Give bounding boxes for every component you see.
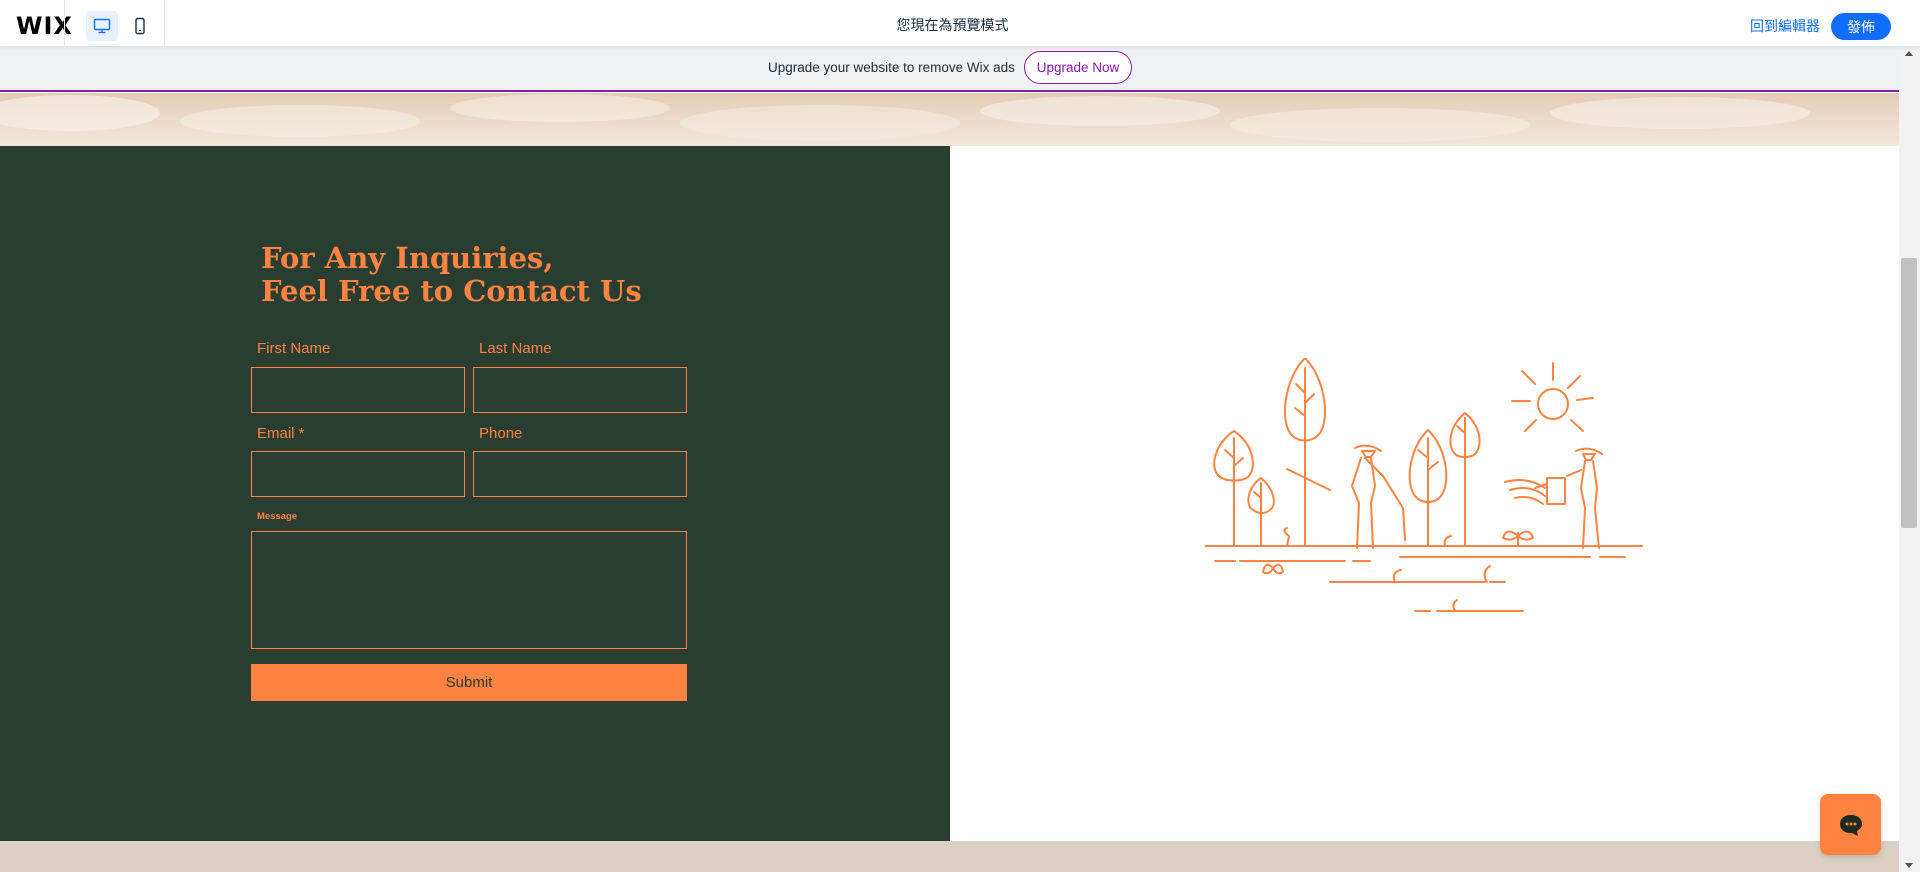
gardeners-planting-trees-illustration [1205,358,1643,612]
phone-label: Phone [479,425,523,442]
submit-button[interactable]: Submit [251,664,687,701]
page-scrollbar[interactable] [1899,47,1920,872]
first-name-label: First Name [257,340,331,357]
heading-line-2: Feel Free to Contact Us [261,274,642,308]
chat-button[interactable] [1820,794,1881,855]
phone-input[interactable] [473,451,687,497]
preview-mode-label: 您現在為預覽模式 [896,17,1009,33]
back-to-editor-link[interactable]: 回到編輯器 [1750,16,1820,36]
cloud-texture [0,94,1810,142]
upgrade-now-button[interactable]: Upgrade Now [1024,51,1132,84]
contact-form-panel: For Any Inquiries, Feel Free to Contact … [0,146,950,841]
footer-strip [0,841,1899,872]
ad-banner-text: Upgrade your website to remove Wix ads [768,60,1015,75]
message-label: Message [257,511,298,522]
cloud-background-strip [0,93,1899,146]
publish-button[interactable]: 發佈 [1831,13,1891,40]
last-name-input[interactable] [473,367,687,413]
last-name-label: Last Name [479,340,552,357]
contact-heading: For Any Inquiries, Feel Free to Contact … [261,242,721,308]
editor-top-bar: WIX 您現在為預覽模式 回到編輯器 發佈 [0,0,1920,47]
email-label: Email * [257,425,305,442]
scroll-thumb[interactable] [1901,258,1917,528]
scroll-up-arrow-icon[interactable] [1905,51,1913,56]
first-name-input[interactable] [251,367,465,413]
scroll-down-arrow-icon[interactable] [1905,863,1913,868]
message-textarea[interactable] [251,531,687,649]
email-input[interactable] [251,451,465,497]
chat-bubble-icon [1839,814,1862,836]
heading-line-1: For Any Inquiries, [261,241,554,275]
wix-ad-banner: Upgrade your website to remove Wix ads U… [0,47,1899,92]
